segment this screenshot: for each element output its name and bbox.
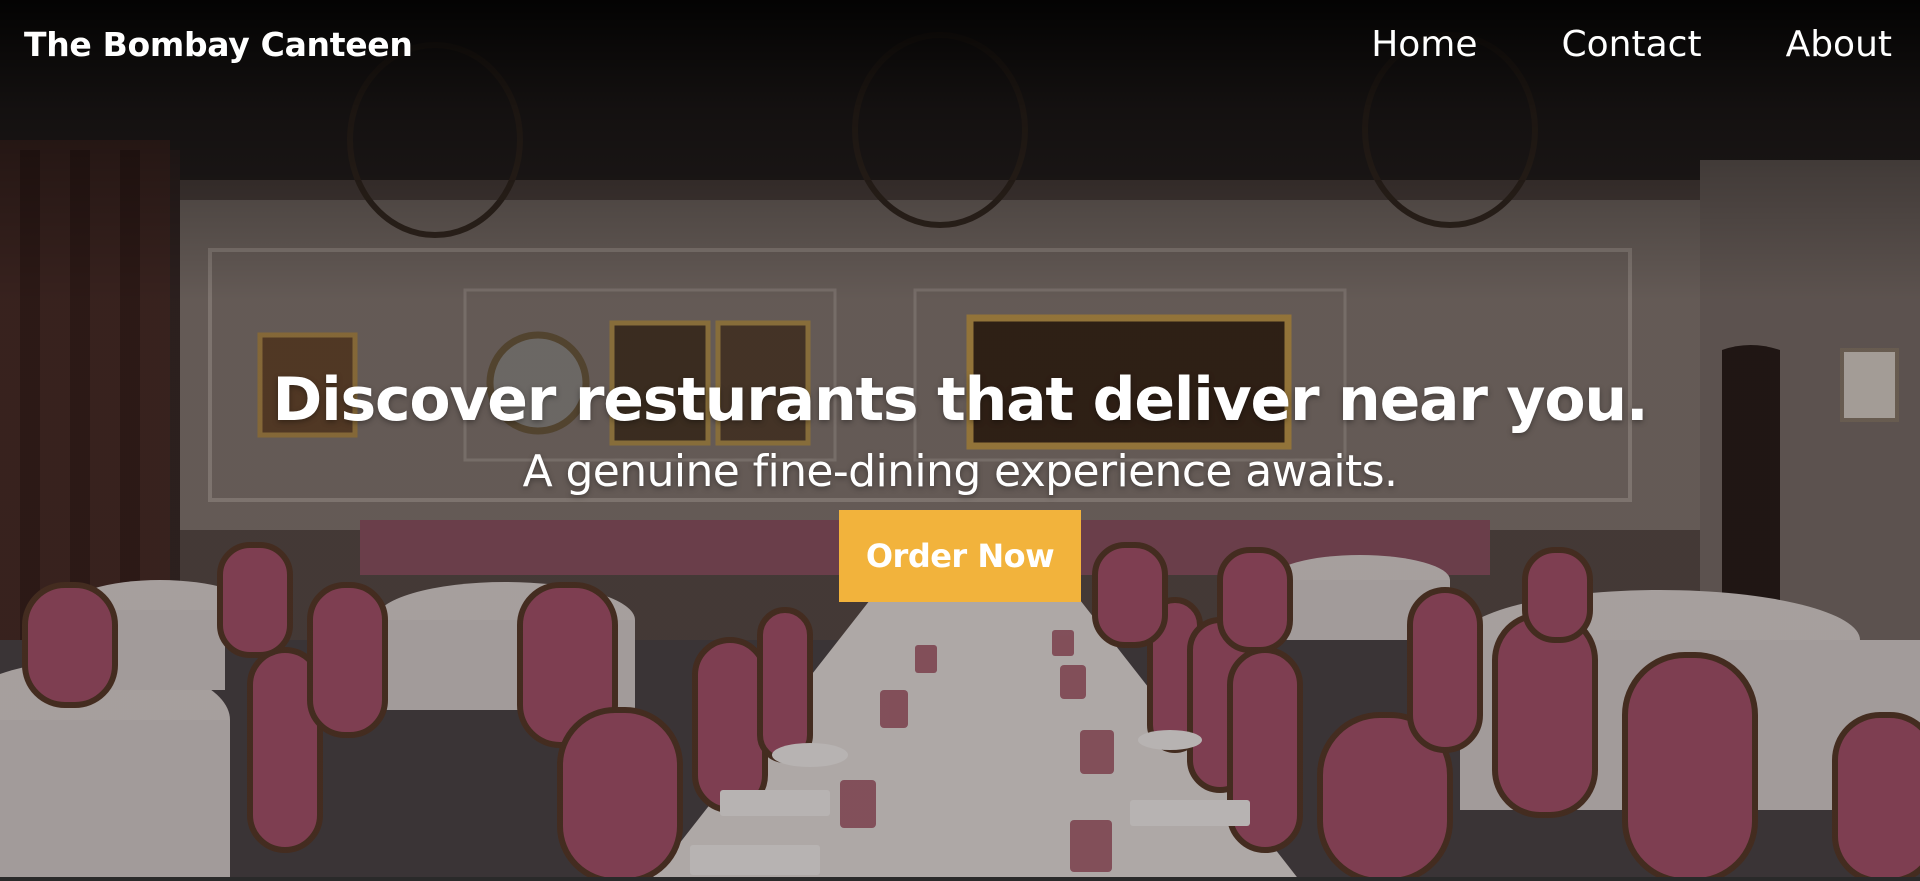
bottom-edge	[0, 877, 1920, 881]
nav-link-contact[interactable]: Contact	[1562, 24, 1702, 65]
brand-logo-text[interactable]: The Bombay Canteen	[24, 25, 413, 64]
nav-link-about[interactable]: About	[1786, 24, 1892, 65]
hero-section: Discover resturants that deliver near yo…	[0, 360, 1920, 602]
nav-link-home[interactable]: Home	[1371, 24, 1477, 65]
nav-links: Home Contact About	[1371, 24, 1892, 65]
top-navbar: The Bombay Canteen Home Contact About	[0, 0, 1920, 88]
hero-subtitle: A genuine fine-dining experience awaits.	[522, 446, 1398, 497]
order-now-button[interactable]: Order Now	[839, 510, 1081, 602]
hero-title: Discover resturants that deliver near yo…	[272, 365, 1649, 435]
landing-page: The Bombay Canteen Home Contact About Di…	[0, 0, 1920, 881]
